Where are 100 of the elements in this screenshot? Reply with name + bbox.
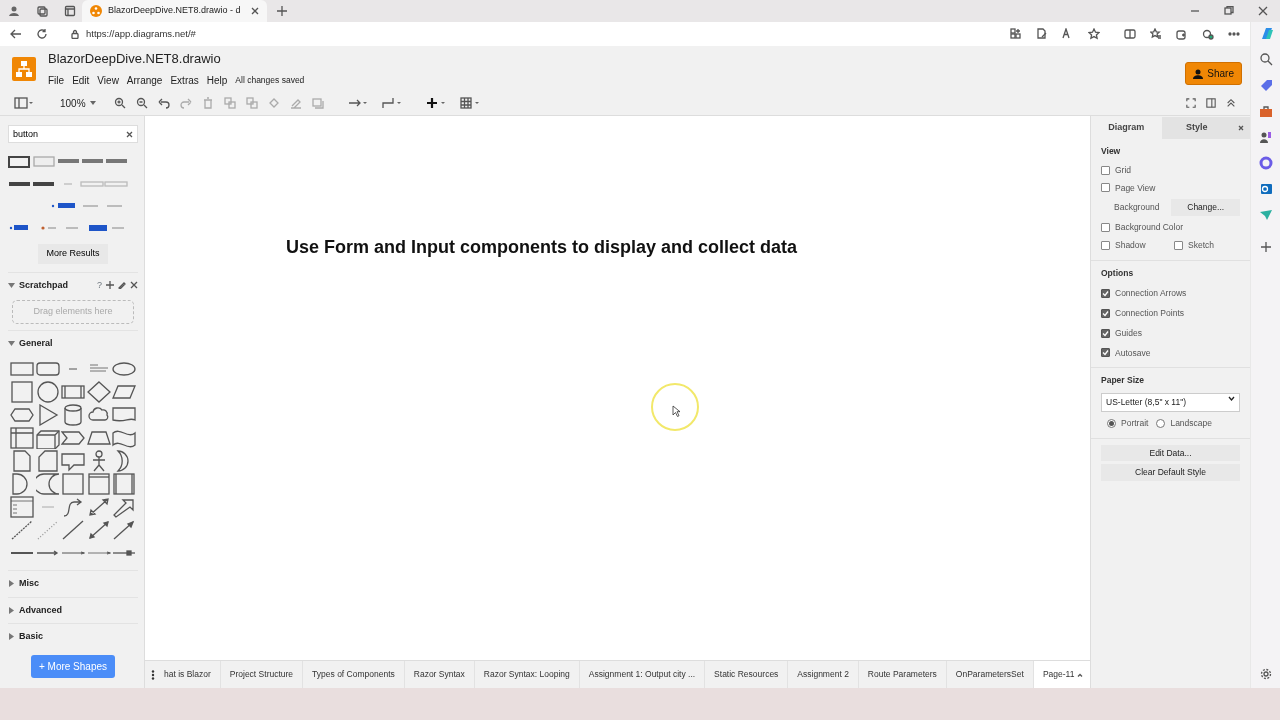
browser-tab[interactable]: BlazorDeepDive.NET8.drawio - d [82, 0, 267, 22]
line-icon[interactable] [61, 519, 85, 541]
close-icon[interactable] [1258, 6, 1268, 16]
checkbox-label[interactable]: Grid [1115, 163, 1132, 177]
radio-label[interactable]: Landscape [1170, 416, 1212, 430]
circle-icon[interactable] [35, 381, 60, 403]
add-icon[interactable] [1260, 242, 1271, 252]
new-tab-icon[interactable] [277, 6, 287, 16]
collapsed-caret-icon[interactable] [8, 580, 15, 588]
search-field[interactable]: button [8, 125, 138, 143]
split-screen-icon[interactable] [1124, 28, 1136, 40]
page-edit-icon[interactable] [1036, 28, 1048, 40]
expanded-caret-icon[interactable] [8, 339, 15, 347]
favorites-icon[interactable] [1150, 28, 1162, 40]
checkbox[interactable] [1101, 165, 1110, 175]
list-icon[interactable] [10, 496, 34, 518]
section-title[interactable]: Advanced [19, 603, 138, 617]
paper-size-select[interactable]: US-Letter (8,5" x 11") [1101, 393, 1240, 412]
collections-icon[interactable] [1176, 28, 1188, 40]
profile-icon[interactable] [8, 5, 20, 17]
checkbox[interactable] [1101, 289, 1110, 299]
clear-search-icon[interactable] [126, 131, 133, 138]
apps-icon[interactable] [1010, 28, 1022, 40]
square-icon[interactable] [10, 381, 34, 403]
arrow-icon[interactable] [112, 519, 136, 541]
collapse-icon[interactable] [1226, 98, 1236, 108]
section-title[interactable]: Scratchpad [19, 278, 93, 292]
panel-tab[interactable]: Style [1161, 117, 1232, 139]
menu-item[interactable]: Arrange [126, 72, 163, 88]
restore-icon[interactable] [1224, 6, 1234, 16]
more-results-button[interactable]: More Results [38, 244, 108, 264]
format-panel-icon[interactable] [14, 97, 36, 109]
collapsed-caret-icon[interactable] [8, 633, 15, 641]
section-title[interactable]: Misc [19, 577, 138, 591]
radio-button[interactable] [1156, 418, 1166, 428]
callout-icon[interactable] [61, 450, 85, 472]
checkbox[interactable] [1101, 183, 1110, 193]
dashed-line-icon[interactable] [10, 519, 34, 541]
section-title[interactable]: Basic [19, 630, 138, 644]
checkbox-label[interactable]: Connection Points [1115, 307, 1184, 320]
checkbox[interactable] [1101, 328, 1110, 338]
file-title[interactable]: BlazorDeepDive.NET8.drawio [48, 49, 305, 69]
bidirectional-arrow-icon[interactable] [86, 519, 111, 541]
caret-up-icon[interactable] [1077, 672, 1084, 677]
fill-color-icon[interactable] [267, 97, 280, 109]
zoom-out-icon[interactable] [135, 97, 148, 109]
extensions-icon[interactable] [1202, 28, 1214, 40]
checkbox-label[interactable]: Autosave [1115, 346, 1151, 360]
note-icon[interactable] [10, 450, 34, 472]
close-icon[interactable] [130, 281, 138, 290]
expanded-caret-icon[interactable] [8, 281, 15, 289]
double-arrow-icon[interactable] [86, 496, 111, 518]
checkbox-label[interactable]: Shadow [1115, 238, 1146, 252]
diagram-text[interactable]: Use Form and Input components to display and collect data [286, 234, 798, 261]
search-icon[interactable] [1258, 52, 1273, 66]
zoom-dropdown[interactable]: 100% [60, 95, 86, 111]
panel-button[interactable]: Clear Default Style [1101, 464, 1240, 481]
close-icon[interactable] [251, 7, 259, 15]
cylinder-icon[interactable] [61, 404, 85, 426]
checkbox-label[interactable]: Background Color [1115, 221, 1184, 234]
undo-icon[interactable] [157, 97, 170, 109]
toolbox-icon[interactable] [1258, 104, 1273, 118]
panel-button[interactable]: Edit Data... [1101, 444, 1240, 462]
collapsed-caret-icon[interactable] [8, 606, 15, 614]
share-button[interactable]: Share [1185, 62, 1242, 85]
frame-icon[interactable] [61, 473, 85, 495]
dotted-line-icon[interactable] [35, 519, 60, 541]
address-field[interactable]: https://app.diagrams.net/# [86, 26, 996, 42]
checkbox-label[interactable]: Connection Arrows [1115, 287, 1187, 300]
add-icon[interactable] [106, 281, 114, 290]
back-icon[interactable] [10, 28, 22, 40]
menu-item[interactable]: View [97, 72, 119, 88]
panel-icon[interactable] [112, 473, 136, 495]
section-title[interactable]: General [19, 336, 138, 350]
checkbox[interactable] [1174, 240, 1183, 250]
people-icon[interactable] [1258, 130, 1273, 144]
radio-button[interactable] [1107, 418, 1116, 428]
checkbox-label[interactable]: Guides [1115, 326, 1142, 340]
window-icon[interactable] [86, 473, 111, 495]
close-icon[interactable] [1238, 125, 1244, 131]
tab-actions-icon[interactable] [64, 5, 76, 17]
block-arrow-icon[interactable] [112, 496, 136, 518]
help-mark[interactable]: ? [97, 278, 102, 292]
mail-app-icon[interactable] [1258, 182, 1273, 196]
diamond-icon[interactable] [86, 381, 111, 403]
app-logo-icon[interactable] [12, 56, 36, 81]
checkbox[interactable] [1101, 348, 1110, 358]
menu-item[interactable]: Extras [170, 72, 199, 88]
menu-item[interactable]: Help [206, 72, 228, 88]
change-button[interactable]: Change... [1171, 199, 1240, 216]
radio-label[interactable]: Portrait [1121, 416, 1149, 430]
checkbox[interactable] [1101, 222, 1110, 232]
internal-storage-icon[interactable] [10, 427, 34, 449]
menu-item[interactable]: File [48, 72, 65, 88]
caret-icon[interactable] [89, 101, 96, 105]
settings-icon[interactable] [1259, 668, 1272, 680]
reload-icon[interactable] [36, 28, 48, 40]
pages-menu-icon[interactable] [151, 669, 155, 680]
zoom-in-icon[interactable] [113, 97, 126, 109]
edit-icon[interactable] [118, 281, 126, 290]
